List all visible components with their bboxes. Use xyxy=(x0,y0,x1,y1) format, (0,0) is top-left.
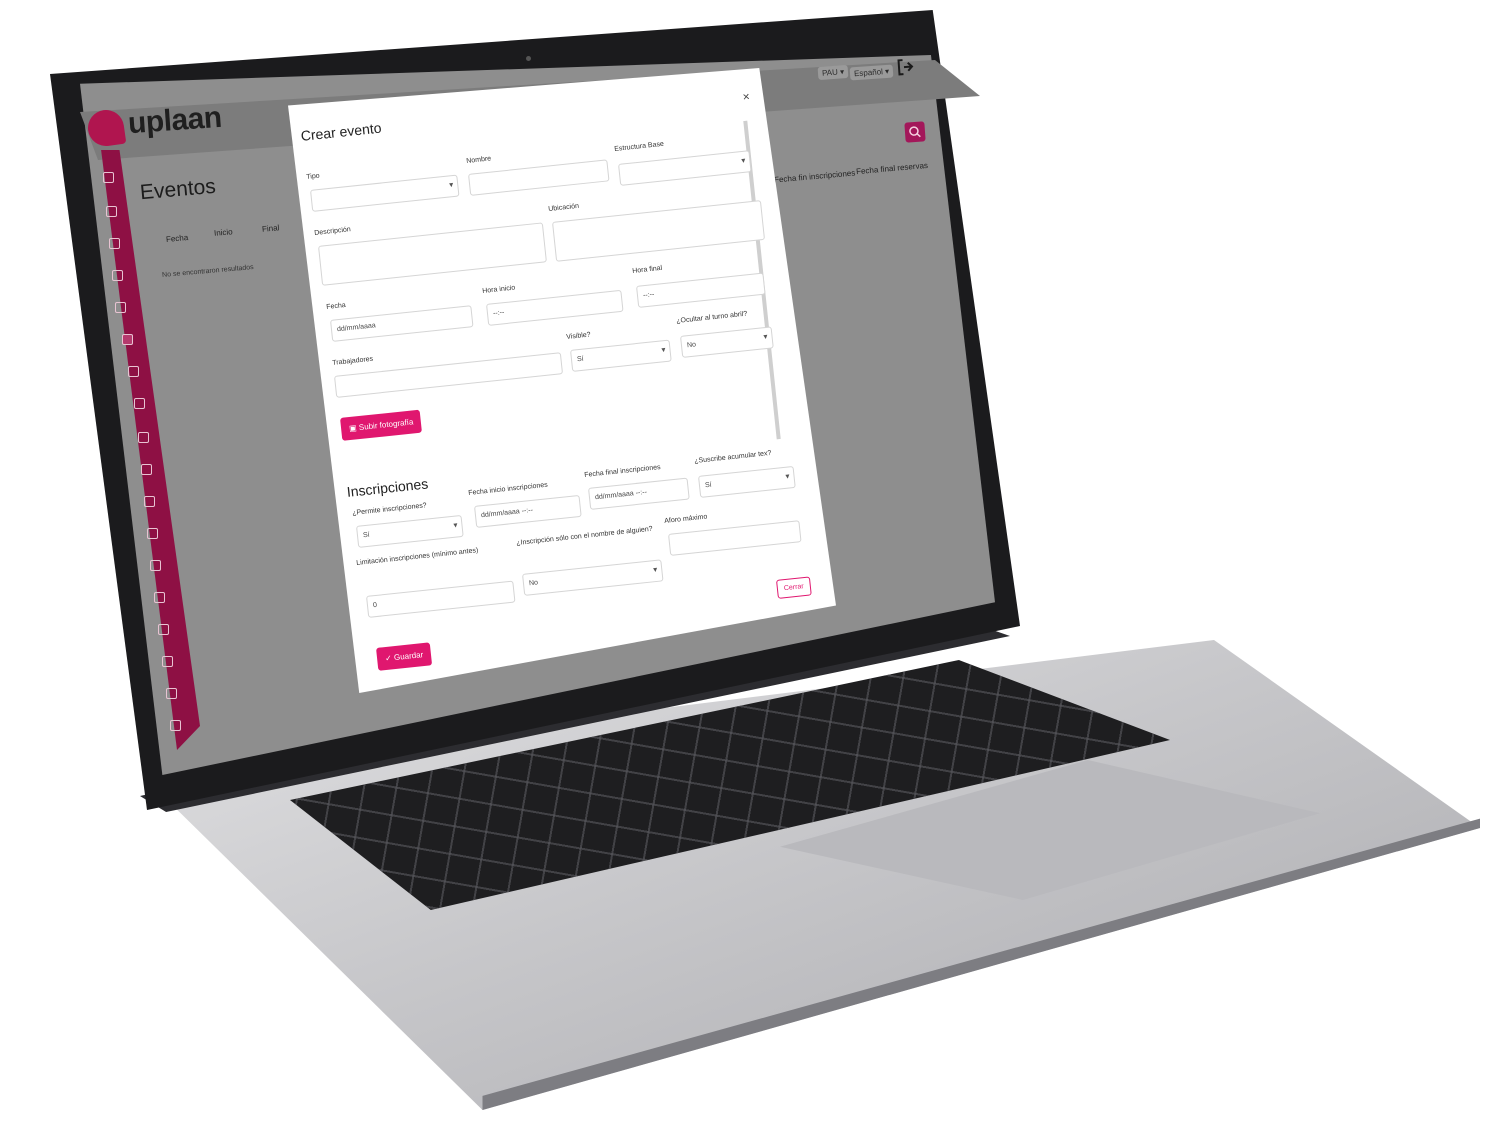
exit-icon[interactable] xyxy=(170,720,181,731)
chart-icon[interactable] xyxy=(138,432,149,443)
tag-icon[interactable] xyxy=(128,366,139,377)
info-icon[interactable] xyxy=(162,656,173,667)
tipo-label: Tipo xyxy=(306,172,321,181)
logout-icon[interactable] xyxy=(895,57,914,76)
group-icon[interactable] xyxy=(106,206,117,217)
column-header-fecha[interactable]: Fecha xyxy=(166,233,189,244)
calendar-icon[interactable] xyxy=(112,270,123,281)
search-button[interactable] xyxy=(904,121,926,143)
user-menu[interactable]: PAU ▾ xyxy=(817,64,849,81)
brand-name: uplaan xyxy=(126,100,223,141)
inbox-icon[interactable] xyxy=(154,592,165,603)
clock-icon[interactable] xyxy=(144,496,155,507)
mail-icon[interactable] xyxy=(150,560,161,571)
webcam-icon xyxy=(526,56,531,61)
grid-icon[interactable] xyxy=(115,302,126,313)
events-icon[interactable] xyxy=(122,334,133,345)
book-icon[interactable] xyxy=(166,688,177,699)
cancel-button[interactable]: Cerrar xyxy=(776,576,812,599)
column-header-final[interactable]: Final xyxy=(262,223,280,233)
gear-icon[interactable] xyxy=(158,624,169,635)
report-icon[interactable] xyxy=(141,464,152,475)
close-icon[interactable]: × xyxy=(742,89,750,104)
send-icon[interactable] xyxy=(147,528,158,539)
document-icon[interactable] xyxy=(109,238,120,249)
list-icon[interactable] xyxy=(134,398,145,409)
column-header-inicio[interactable]: Inicio xyxy=(214,227,233,238)
user-icon[interactable] xyxy=(103,172,114,183)
